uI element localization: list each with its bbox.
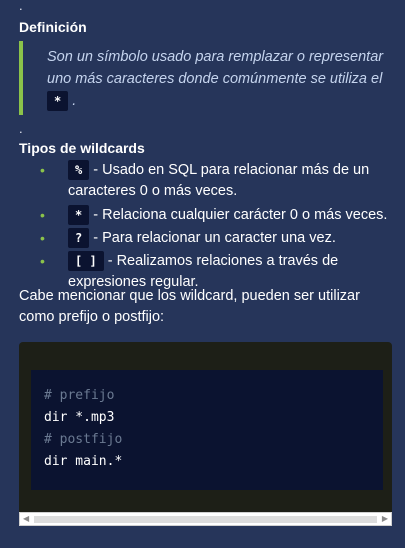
- inline-code: *: [68, 205, 90, 225]
- definition-text-before: Son un símbolo usado para remplazar o re…: [47, 49, 384, 87]
- types-heading: Tipos de wildcards: [19, 140, 145, 156]
- code-area: # prefijo dir *.mp3 # postfijo dir main.…: [31, 370, 383, 490]
- inline-code: [ ]: [68, 251, 104, 271]
- blockquote-bar: [19, 41, 23, 115]
- scroll-left-icon[interactable]: ◀: [23, 514, 29, 523]
- inline-code: %: [68, 160, 90, 180]
- bullet-icon: •: [40, 162, 45, 178]
- code-line: dir *.mp3: [44, 410, 115, 425]
- list-item: •% - Usado en SQL para relacionar más de…: [19, 160, 389, 202]
- code-block: # prefijo dir *.mp3 # postfijo dir main.…: [19, 342, 392, 525]
- bullet-icon: •: [40, 230, 45, 246]
- list-item-text: - Para relacionar un caracter una vez.: [89, 230, 336, 246]
- list-item-text: - Realizamos relaciones a través de expr…: [68, 253, 339, 290]
- inline-code: ?: [68, 228, 90, 248]
- paragraph: Cabe mencionar que los wildcard, pueden …: [19, 288, 360, 325]
- code-comment: # postfijo: [44, 432, 123, 447]
- list-item-text: - Relaciona cualquier carácter 0 o más v…: [89, 207, 388, 223]
- definition-heading: Definición: [19, 19, 87, 35]
- bullet-icon: •: [40, 207, 45, 223]
- list-item: •? - Para relacionar un caracter una vez…: [19, 228, 389, 249]
- definition-text-after: .: [72, 93, 77, 109]
- separator-dot: .: [19, 0, 23, 13]
- definition-text: Son un símbolo usado para remplazar o re…: [47, 46, 392, 112]
- separator-dot: .: [19, 121, 23, 136]
- list-item: • * - Relaciona cualquier carácter 0 o má…: [19, 205, 389, 226]
- code-line: dir main.*: [44, 454, 123, 469]
- horizontal-scrollbar[interactable]: ◀ ▶: [19, 512, 392, 526]
- wildcard-list: •% - Usado en SQL para relacionar más de…: [19, 160, 389, 293]
- list-item-text: - Usado en SQL para relacionar más de un…: [68, 162, 370, 199]
- code-comment: # prefijo: [44, 388, 115, 403]
- scroll-right-icon[interactable]: ▶: [382, 514, 388, 523]
- scrollbar-thumb[interactable]: [34, 516, 377, 523]
- inline-code-asterisk: *: [47, 91, 69, 111]
- bullet-icon: •: [40, 253, 45, 269]
